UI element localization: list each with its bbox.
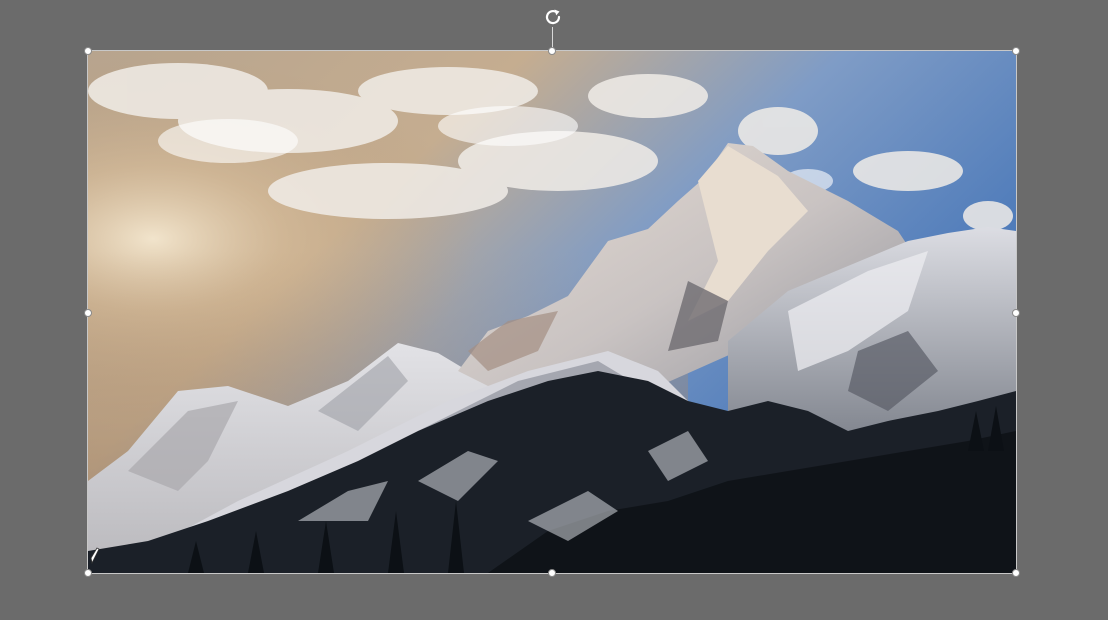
pen-cursor-icon bbox=[90, 547, 100, 565]
resize-handle-bottom-center[interactable] bbox=[548, 569, 556, 577]
resize-handle-bottom-right[interactable] bbox=[1012, 569, 1020, 577]
rotate-icon bbox=[545, 9, 561, 25]
mountain-landscape-image bbox=[88, 51, 1016, 573]
rotate-handle[interactable] bbox=[542, 6, 564, 28]
resize-handle-middle-right[interactable] bbox=[1012, 309, 1020, 317]
resize-handle-middle-left[interactable] bbox=[84, 309, 92, 317]
selected-photo[interactable] bbox=[87, 50, 1017, 574]
resize-handle-bottom-left[interactable] bbox=[84, 569, 92, 577]
resize-handle-top-right[interactable] bbox=[1012, 47, 1020, 55]
slide-canvas[interactable] bbox=[0, 0, 1108, 620]
resize-handle-top-center[interactable] bbox=[548, 47, 556, 55]
resize-handle-top-left[interactable] bbox=[84, 47, 92, 55]
